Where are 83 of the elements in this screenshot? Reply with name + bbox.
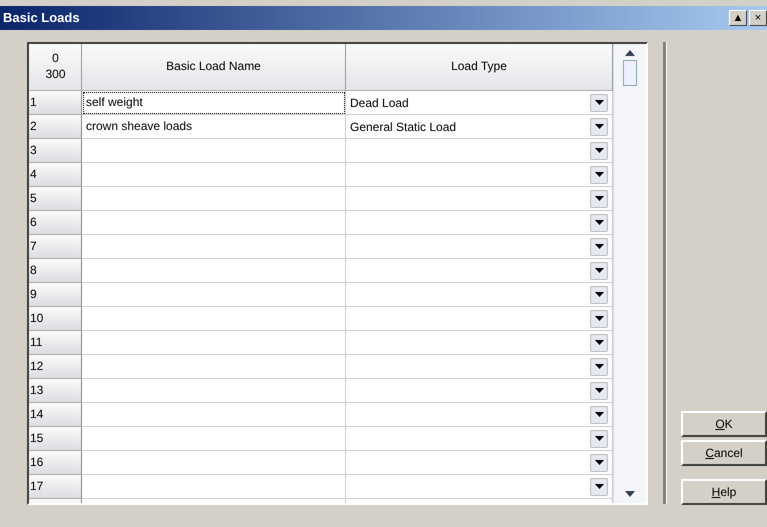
row-header[interactable]: 14 [29,403,82,427]
row-header[interactable]: 3 [29,139,82,163]
dropdown-button[interactable] [590,430,608,448]
scrollbar[interactable] [613,44,646,503]
row-header[interactable]: 5 [29,187,82,211]
table-cell[interactable] [82,451,346,475]
table-cell[interactable] [82,355,346,379]
table-cell[interactable] [82,163,346,187]
table-cell[interactable] [82,235,346,259]
dropdown-button[interactable] [590,166,608,184]
dropdown-button[interactable] [590,214,608,232]
close-button[interactable]: × [749,10,767,26]
scroll-up-icon[interactable] [625,50,635,56]
dropdown-button[interactable] [590,118,608,136]
scroll-down-icon[interactable] [625,491,635,497]
caret-icon [594,412,604,417]
row-header[interactable]: 10 [29,307,82,331]
row-header[interactable]: 8 [29,259,82,283]
column-header[interactable]: Basic Load Name [82,44,346,91]
caret-icon [594,100,604,105]
dialog-button[interactable]: OK [681,411,767,437]
table-cell[interactable]: General Static Load [350,116,456,138]
row-header[interactable]: 11 [29,331,82,355]
dropdown-button[interactable] [590,382,608,400]
maximize-button[interactable]: ▲ [729,10,747,26]
scroll-thumb[interactable] [623,60,637,86]
row-header[interactable]: 13 [29,379,82,403]
table-cell[interactable] [82,331,346,355]
caret-icon [594,148,604,153]
caret-icon [594,436,604,441]
dropdown-button[interactable] [590,142,608,160]
table-cell[interactable]: self weight [82,91,346,115]
caret-icon [594,292,604,297]
caret-icon [594,196,604,201]
table-cell[interactable] [82,211,346,235]
table-cell[interactable] [82,307,346,331]
caret-icon [594,244,604,249]
caret-icon [594,172,604,177]
table-cell[interactable] [82,187,346,211]
column-header[interactable]: Load Type [346,44,613,91]
caret-icon [594,124,604,129]
table-cell[interactable]: crown sheave loads [82,115,346,139]
dropdown-button[interactable] [590,310,608,328]
row-header[interactable]: 1 [29,91,82,115]
dropdown-button[interactable] [590,286,608,304]
caret-icon [594,388,604,393]
dropdown-button[interactable] [590,334,608,352]
dropdown-button[interactable] [590,262,608,280]
caret-icon [594,340,604,345]
table-cell[interactable] [82,403,346,427]
row-header[interactable]: 7 [29,235,82,259]
table-cell[interactable] [82,427,346,451]
table-cell[interactable] [82,379,346,403]
dropdown-button[interactable] [590,190,608,208]
dropdown-button[interactable] [590,454,608,472]
corner-header: 0 300 [29,44,82,91]
row-header[interactable]: 15 [29,427,82,451]
dropdown-button[interactable] [590,94,608,112]
row-header[interactable]: 4 [29,163,82,187]
row-header[interactable]: 17 [29,475,82,499]
dropdown-button[interactable] [590,406,608,424]
window-title: Basic Loads [3,9,81,28]
table-cell[interactable]: Dead Load [350,92,409,114]
caret-icon [594,268,604,273]
dropdown-button[interactable] [590,358,608,376]
row-header[interactable]: 16 [29,451,82,475]
caret-icon [594,316,604,321]
row-header[interactable]: 2 [29,115,82,139]
dropdown-button[interactable] [590,238,608,256]
table-cell[interactable] [82,283,346,307]
caret-icon [594,484,604,489]
caret-icon [594,460,604,465]
table-cell[interactable] [82,259,346,283]
table-cell[interactable] [82,139,346,163]
row-header[interactable]: 12 [29,355,82,379]
row-header[interactable]: 6 [29,211,82,235]
dialog-button[interactable]: Help [681,479,767,505]
row-header[interactable]: 9 [29,283,82,307]
dialog-button[interactable]: Cancel [681,440,767,466]
table-cell[interactable] [82,475,346,499]
dropdown-button[interactable] [590,478,608,496]
caret-icon [594,220,604,225]
caret-icon [594,364,604,369]
